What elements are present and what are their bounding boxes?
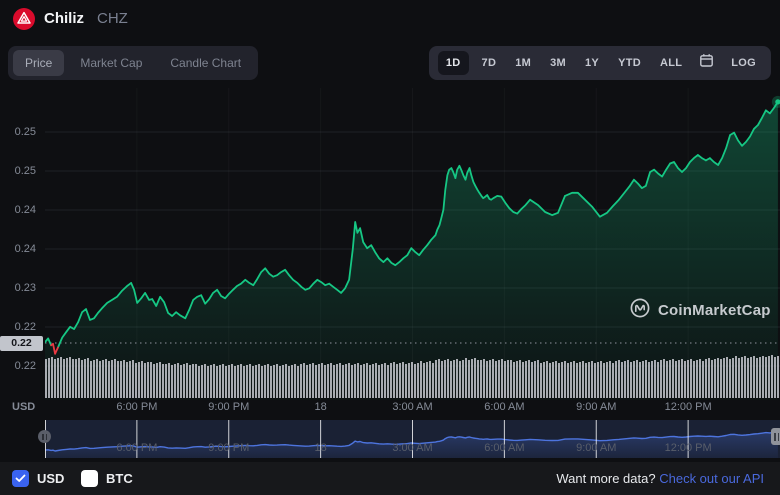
view-tab-market-cap[interactable]: Market Cap xyxy=(68,50,154,76)
promo-text: Want more data? xyxy=(556,471,655,486)
view-tab-price[interactable]: Price xyxy=(13,50,64,76)
navigator-axis-label: 12:00 PM xyxy=(665,442,712,454)
watermark-text: CoinMarketCap xyxy=(658,302,771,319)
x-axis-label: 9:00 AM xyxy=(576,401,616,413)
range-button-7d[interactable]: 7D xyxy=(476,51,503,75)
y-axis-label: 0.25 xyxy=(0,125,36,139)
footer-bar: USD BTC Want more data? Check out our AP… xyxy=(0,462,780,495)
x-axis-label: 9:00 PM xyxy=(208,401,249,413)
y-axis-label: 0.24 xyxy=(0,203,36,217)
x-axis-label: 18 xyxy=(315,401,327,413)
y-axis-label: 0.23 xyxy=(0,281,36,295)
open-price-tag: 0.22 xyxy=(0,336,43,351)
chiliz-logo-icon xyxy=(13,8,35,30)
x-axis-label: 12:00 PM xyxy=(665,401,712,413)
log-scale-button[interactable]: LOG xyxy=(725,51,762,75)
range-button-3m[interactable]: 3M xyxy=(544,51,572,75)
x-axis-label: 6:00 AM xyxy=(484,401,524,413)
api-link[interactable]: Check out our API xyxy=(659,471,764,486)
range-button-ytd[interactable]: YTD xyxy=(612,51,647,75)
usd-checkbox[interactable] xyxy=(12,470,29,487)
y-axis-label: 0.25 xyxy=(0,164,36,178)
coinmarketcap-watermark: CoinMarketCap xyxy=(629,297,771,324)
navigator-axis-label: 9:00 PM xyxy=(208,442,249,454)
navigator-axis-label: 6:00 PM xyxy=(116,442,157,454)
range-button-1m[interactable]: 1M xyxy=(509,51,537,75)
check-icon xyxy=(15,470,26,488)
y-axis-label: 0.24 xyxy=(0,242,36,256)
btc-checkbox[interactable] xyxy=(81,470,98,487)
range-button-1y[interactable]: 1Y xyxy=(579,51,605,75)
price-chart[interactable] xyxy=(45,88,780,400)
cmc-price-chart-widget: Chiliz CHZ PriceMarket CapCandle Chart 1… xyxy=(0,0,780,495)
calendar-button[interactable] xyxy=(695,51,718,75)
btc-checkbox-label[interactable]: BTC xyxy=(106,471,133,486)
navigator-axis-label: 18 xyxy=(315,442,327,454)
navigator-axis-label: 9:00 AM xyxy=(576,442,616,454)
navigator-axis-label: 3:00 AM xyxy=(392,442,432,454)
y-axis-label: 0.22 xyxy=(0,320,36,334)
axis-currency-label: USD xyxy=(12,401,35,413)
time-range-group: 1D 7D1M 3M 1Y YTD ALL LOG xyxy=(429,46,771,80)
usd-checkbox-label[interactable]: USD xyxy=(37,471,64,486)
chart-navigator[interactable]: 6:00 PM 9:00 PM 18 3:00 AM 6:00 AM 9:00 AM 12:… xyxy=(45,420,780,458)
coin-symbol: CHZ xyxy=(97,10,128,27)
view-tab-candle-chart[interactable]: Candle Chart xyxy=(158,50,253,76)
y-axis-label: 0.22 xyxy=(0,359,36,373)
navigator-right-handle[interactable] xyxy=(771,428,780,445)
navigator-left-handle[interactable] xyxy=(38,430,51,443)
range-button-all[interactable]: ALL xyxy=(654,51,688,75)
range-button-1d[interactable]: 1D xyxy=(438,51,469,75)
navigator-axis-label: 6:00 AM xyxy=(484,442,524,454)
calendar-icon xyxy=(699,53,714,73)
coinmarketcap-logo-icon xyxy=(629,297,651,324)
api-promo: Want more data? Check out our API xyxy=(556,471,764,486)
coin-name: Chiliz xyxy=(44,10,84,27)
chart-view-tabs: PriceMarket CapCandle Chart xyxy=(8,46,258,80)
x-axis-label: 6:00 PM xyxy=(116,401,157,413)
header: Chiliz CHZ xyxy=(0,0,780,38)
x-axis-label: 3:00 AM xyxy=(392,401,432,413)
